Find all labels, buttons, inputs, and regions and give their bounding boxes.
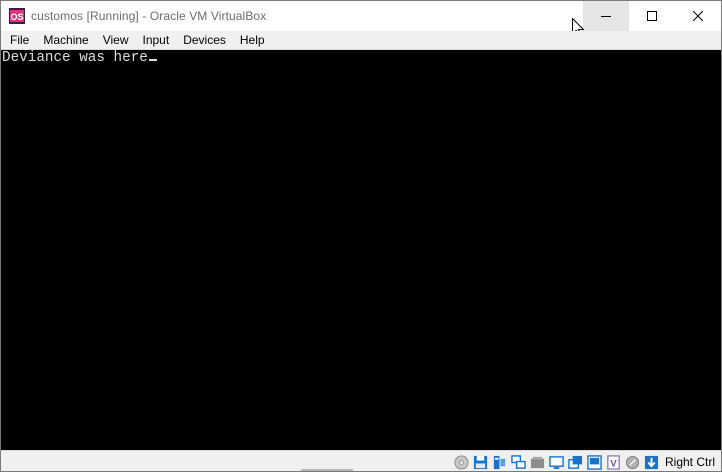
- audio-icon[interactable]: [492, 454, 508, 470]
- menu-bar: File Machine View Input Devices Help: [1, 31, 721, 50]
- menu-file[interactable]: File: [3, 31, 36, 50]
- close-icon: [693, 11, 703, 21]
- menu-devices[interactable]: Devices: [176, 31, 233, 50]
- video-capture-icon[interactable]: [587, 454, 603, 470]
- svg-text:OS: OS: [10, 12, 23, 22]
- host-key-arrow-icon[interactable]: [644, 454, 660, 470]
- menu-machine[interactable]: Machine: [36, 31, 95, 50]
- optical-drive-icon[interactable]: [454, 454, 470, 470]
- display-icon[interactable]: [568, 454, 584, 470]
- virtualbox-os-icon: OS: [9, 8, 25, 24]
- console-text: Deviance was here: [2, 50, 148, 66]
- menu-view[interactable]: View: [96, 31, 136, 50]
- maximize-button[interactable]: [629, 1, 675, 31]
- host-key-label: Right Ctrl: [664, 455, 715, 469]
- title-bar[interactable]: OS customos [Running] - Oracle VM Virtua…: [1, 1, 721, 31]
- floppy-disk-icon[interactable]: [473, 454, 489, 470]
- cpu-virtualization-icon[interactable]: V: [606, 454, 622, 470]
- bottom-edge-mark: [301, 469, 353, 471]
- caption-buttons: [583, 1, 721, 31]
- guest-display[interactable]: Deviance was here: [1, 50, 721, 450]
- maximize-icon: [647, 11, 657, 21]
- usb-icon[interactable]: [530, 454, 546, 470]
- network-icon[interactable]: [511, 454, 527, 470]
- mouse-integration-icon[interactable]: [625, 454, 641, 470]
- text-cursor: [148, 59, 157, 61]
- status-icons: V Right Ctrl: [454, 453, 715, 471]
- menu-input[interactable]: Input: [136, 31, 177, 50]
- menu-help[interactable]: Help: [233, 31, 272, 50]
- close-button[interactable]: [675, 1, 721, 31]
- minimize-button[interactable]: [583, 1, 629, 31]
- console-output: Deviance was here: [2, 50, 157, 66]
- virtualbox-window: OS customos [Running] - Oracle VM Virtua…: [0, 0, 722, 472]
- window-title: customos [Running] - Oracle VM VirtualBo…: [31, 9, 267, 23]
- shared-folders-icon[interactable]: [549, 454, 565, 470]
- svg-text:V: V: [611, 458, 618, 468]
- status-bar: V Right Ctrl: [1, 450, 721, 471]
- minimize-icon: [601, 16, 611, 17]
